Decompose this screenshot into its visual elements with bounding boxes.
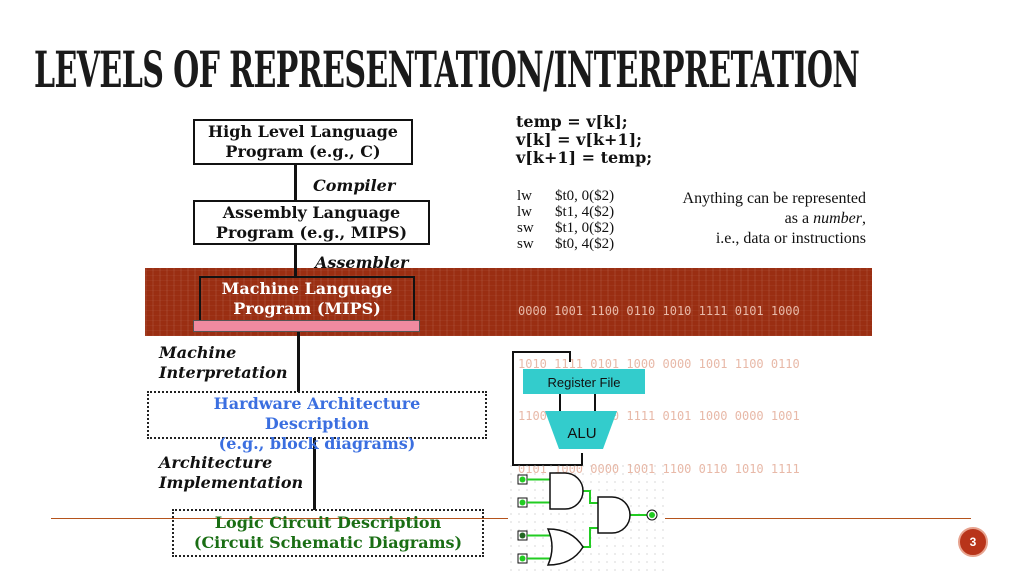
register-file-label: Register File [548, 375, 621, 390]
note-line: i.e., data or instructions [715, 230, 866, 247]
box-line: (e.g., block diagrams) [218, 434, 416, 453]
slide-title: LEVELS OF REPRESENTATION/INTERPRETATION [34, 40, 860, 99]
box-line: Hardware Architecture [213, 394, 421, 413]
label-line: Architecture [159, 453, 273, 472]
box-line: Machine Language [221, 279, 393, 298]
label-line: Implementation [159, 473, 304, 492]
input-pin[interactable] [517, 474, 528, 485]
box-line: Program (MIPS) [233, 299, 381, 318]
box-line: (Circuit Schematic Diagrams) [193, 533, 463, 552]
note-line: as a number, [784, 210, 866, 227]
box-line: Assembly Language [222, 202, 401, 222]
architecture-implementation-label: Architecture Implementation [159, 453, 303, 493]
binary-line: 0000 1001 1100 0110 1010 1111 0101 1000 [518, 304, 800, 318]
compiler-label: Compiler [313, 176, 396, 195]
box-line: Description [264, 414, 370, 433]
code-line: v[k] = v[k+1]; [516, 130, 643, 149]
connector-line [294, 244, 297, 278]
assembler-label: Assembler [315, 253, 409, 272]
grid-background [510, 465, 670, 573]
c-code-block: temp = v[k]; v[k] = v[k+1]; v[k+1] = tem… [516, 113, 652, 167]
asm-line: sw $t1, 0($2) [517, 220, 615, 236]
input-pin[interactable] [517, 497, 528, 508]
output-pin [646, 509, 658, 521]
box-line: Program (e.g., MIPS) [215, 222, 408, 242]
machine-language-box: Machine Language Program (MIPS) [199, 276, 415, 322]
high-level-language-box: High Level Language Program (e.g., C) [193, 119, 413, 165]
and-gate-icon [549, 472, 584, 510]
asm-line: sw $t0, 4($2) [517, 236, 615, 252]
label-line: Machine [159, 343, 237, 362]
alu-label: ALU [567, 425, 596, 442]
connector-line [294, 164, 297, 202]
hardware-architecture-text: Hardware Architecture Description (e.g.,… [147, 394, 487, 454]
representation-note: Anything can be represented as a number,… [630, 189, 866, 249]
asm-code-block: lw $t0, 0($2) lw $t1, 4($2) sw $t1, 0($2) s… [517, 188, 614, 252]
machine-language-underbar [193, 320, 420, 332]
code-line: v[k+1] = temp; [516, 148, 653, 167]
label-line: Interpretation [159, 363, 288, 382]
assembly-language-box: Assembly Language Program (e.g., MIPS) [193, 200, 430, 245]
box-line: Program (e.g., C) [225, 142, 381, 161]
input-pin[interactable] [517, 553, 528, 564]
machine-interpretation-label: Machine Interpretation [159, 343, 287, 383]
code-line: temp = v[k]; [516, 112, 628, 131]
note-line: Anything can be represented [682, 190, 866, 207]
box-line: High Level Language [208, 122, 398, 141]
asm-line: lw $t1, 4($2) [517, 204, 615, 220]
page-number-badge: 3 [958, 527, 988, 557]
logic-circuit-box: Logic Circuit Description (Circuit Schem… [172, 509, 484, 557]
and-gate-icon [597, 496, 631, 534]
input-pin[interactable] [517, 530, 528, 541]
asm-line: lw $t0, 0($2) [517, 188, 615, 204]
box-line: Logic Circuit Description [214, 513, 442, 532]
connector-line [297, 332, 300, 392]
logic-schematic [510, 465, 670, 573]
divider-line [665, 518, 971, 519]
